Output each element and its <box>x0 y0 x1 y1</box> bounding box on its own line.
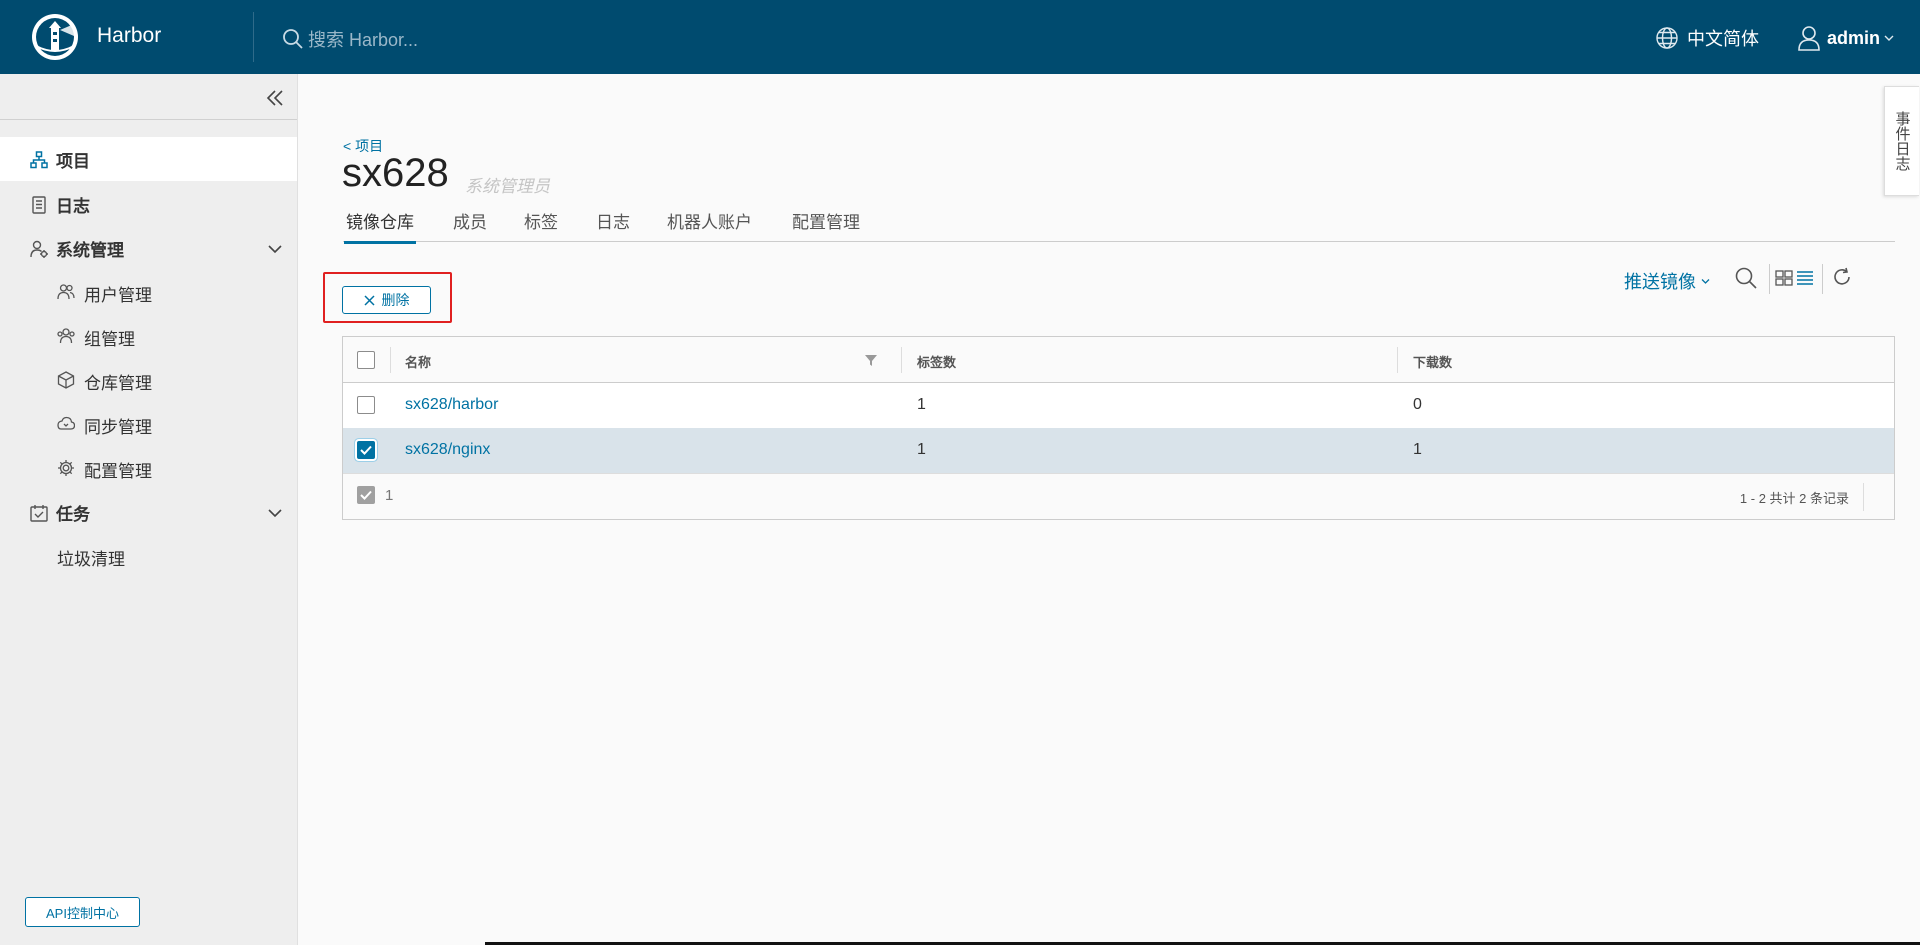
chevron-down-icon <box>1701 278 1710 285</box>
sidebar-item-registries[interactable]: 仓库管理 <box>0 358 297 402</box>
tab-members[interactable]: 成员 <box>451 206 489 241</box>
column-divider <box>390 347 391 373</box>
column-header-name[interactable]: 名称 <box>405 352 431 371</box>
project-role: 系统管理员 <box>465 177 550 196</box>
tab-repositories[interactable]: 镜像仓库 <box>344 206 416 244</box>
repositories-table: 名称 标签数 下载数 sx628/harbor 1 0 sx628/nginx … <box>342 336 1895 520</box>
sidebar-item-label: 项目 <box>56 151 90 171</box>
sidebar-item-label: 系统管理 <box>56 240 124 260</box>
search-input[interactable]: 搜索 Harbor... <box>308 26 418 52</box>
sidebar-item-label: 垃圾清理 <box>57 550 125 569</box>
list-view-icon[interactable] <box>1796 269 1814 287</box>
sidebar-item-projects[interactable]: 项目 <box>0 137 297 181</box>
sidebar-item-replications[interactable]: 同步管理 <box>0 402 297 446</box>
toolbar-divider <box>1822 264 1823 294</box>
chevron-down-icon[interactable] <box>268 242 282 256</box>
delete-button-label: 删除 <box>381 292 410 308</box>
sidebar-item-label: 仓库管理 <box>84 374 152 393</box>
pull-count: 0 <box>1413 396 1422 413</box>
tab-robot-accounts[interactable]: 机器人账户 <box>665 206 754 241</box>
header-divider <box>253 12 254 62</box>
refresh-icon[interactable] <box>1832 267 1852 287</box>
repository-name-link[interactable]: sx628/nginx <box>405 441 490 459</box>
search-icon <box>282 28 304 50</box>
sidebar-item-administration[interactable]: 系统管理 <box>0 226 297 270</box>
tasks-icon <box>30 504 48 522</box>
chevron-down-icon <box>1884 34 1894 42</box>
column-divider <box>901 347 902 373</box>
username: admin <box>1827 27 1881 48</box>
selection-check-icon <box>357 486 375 504</box>
select-all-checkbox[interactable] <box>357 351 375 369</box>
tab-configuration[interactable]: 配置管理 <box>790 206 862 241</box>
sidebar-item-tasks[interactable]: 任务 <box>0 490 297 534</box>
sidebar-divider <box>0 119 297 120</box>
tab-logs[interactable]: 日志 <box>594 206 632 241</box>
card-view-icon[interactable] <box>1775 269 1793 287</box>
delete-button[interactable]: 删除 <box>342 286 431 314</box>
groups-icon <box>57 327 75 345</box>
search-icon[interactable] <box>1734 266 1758 290</box>
table-footer: 1 1 - 2 共计 2 条记录 <box>343 474 1894 519</box>
logs-icon <box>30 196 48 214</box>
sidebar-item-groups[interactable]: 组管理 <box>0 314 297 358</box>
settings-icon <box>57 459 75 477</box>
user-icon <box>1797 25 1821 51</box>
app-header: Harbor 搜索 Harbor... 中文简体 admin <box>0 0 1920 74</box>
global-search[interactable]: 搜索 Harbor... <box>282 26 418 52</box>
replication-icon <box>57 415 75 433</box>
row-checkbox[interactable] <box>357 396 375 414</box>
close-icon <box>363 294 375 306</box>
repository-name-link[interactable]: sx628/harbor <box>405 396 498 414</box>
sidebar-item-logs[interactable]: 日志 <box>0 182 297 226</box>
sidebar-item-label: 同步管理 <box>84 418 152 437</box>
admin-icon <box>30 240 48 258</box>
column-header-tags[interactable]: 标签数 <box>917 352 956 371</box>
filter-icon[interactable] <box>865 355 877 366</box>
column-divider <box>1397 347 1398 373</box>
table-row[interactable]: sx628/nginx 1 1 <box>343 428 1894 474</box>
sidebar-item-label: 任务 <box>56 504 90 524</box>
push-image-button[interactable]: 推送镜像 <box>1624 268 1710 294</box>
tag-count: 1 <box>917 441 926 458</box>
language-label: 中文简体 <box>1687 29 1759 49</box>
page-title: sx628 <box>342 151 449 195</box>
harbor-logo-icon[interactable] <box>30 12 80 62</box>
row-checkbox[interactable] <box>357 441 375 459</box>
selected-count: 1 <box>385 487 394 504</box>
language-switcher[interactable]: 中文简体 <box>1655 25 1759 51</box>
sidebar-item-label: 配置管理 <box>84 462 152 481</box>
project-tabs: 镜像仓库 成员 标签 日志 机器人账户 配置管理 <box>343 206 1895 244</box>
projects-icon <box>30 151 48 169</box>
user-menu[interactable]: admin <box>1797 25 1894 51</box>
tab-labels[interactable]: 标签 <box>522 206 560 241</box>
sidebar-item-garbage-collection[interactable]: 垃圾清理 <box>0 534 297 578</box>
pagination-summary: 1 - 2 共计 2 条记录 <box>1739 491 1849 506</box>
sidebar-item-users[interactable]: 用户管理 <box>0 270 297 314</box>
users-icon <box>57 283 75 301</box>
sidebar: 项目 日志 系统管理 用户管理 组管理 仓库管理 同步管理 配置管理 任务 垃圾… <box>0 74 298 945</box>
tag-count: 1 <box>917 396 926 413</box>
registry-icon <box>57 371 75 389</box>
sidebar-item-label: 用户管理 <box>84 286 152 305</box>
event-log-panel-tab[interactable]: 事件日志 <box>1884 86 1919 196</box>
toolbar-divider <box>1769 264 1770 294</box>
api-explorer-button[interactable]: API控制中心 <box>25 897 140 927</box>
brand-name[interactable]: Harbor <box>97 24 161 48</box>
collapse-sidebar-icon[interactable] <box>265 88 285 108</box>
sidebar-item-label: 组管理 <box>84 330 135 349</box>
table-row[interactable]: sx628/harbor 1 0 <box>343 383 1894 429</box>
event-log-label: 事件日志 <box>1893 111 1911 171</box>
sidebar-item-configuration[interactable]: 配置管理 <box>0 446 297 490</box>
footer-divider <box>1863 483 1864 511</box>
push-image-label: 推送镜像 <box>1624 272 1696 292</box>
table-header: 名称 标签数 下载数 <box>343 337 1894 383</box>
chevron-down-icon[interactable] <box>268 506 282 520</box>
pull-count: 1 <box>1413 441 1422 458</box>
globe-icon <box>1655 26 1679 50</box>
column-header-pulls[interactable]: 下载数 <box>1413 352 1452 371</box>
sidebar-item-label: 日志 <box>56 196 90 216</box>
